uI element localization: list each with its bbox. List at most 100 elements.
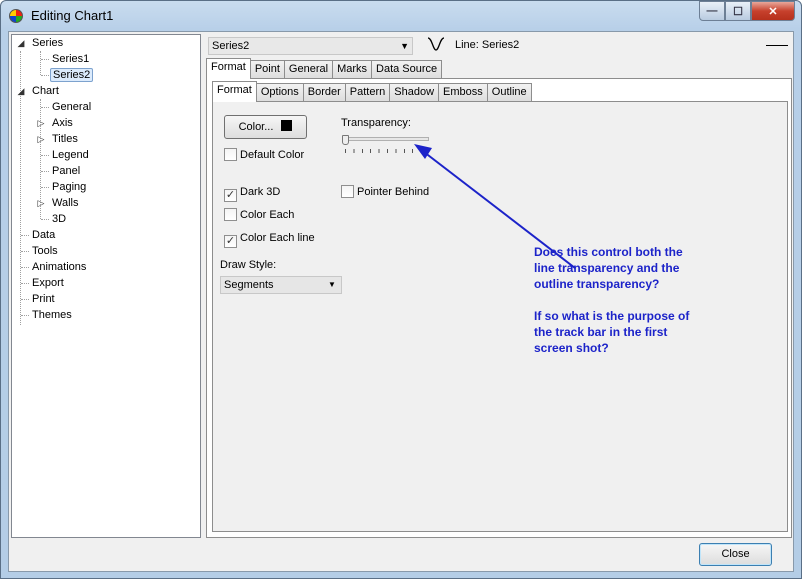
default-color-checkbox[interactable]: Default Color (224, 148, 304, 162)
expand-arrow-icon[interactable]: ▷ (36, 131, 46, 147)
subtab-outline[interactable]: Outline (486, 83, 532, 102)
tree-item-label: Series2 (50, 68, 94, 82)
tree-item-general[interactable]: General (50, 99, 93, 115)
expand-arrow-icon[interactable]: ▷ (36, 195, 46, 211)
tab-general[interactable]: General (283, 60, 334, 79)
color-button-label: Color... (238, 121, 274, 133)
checkbox-box[interactable]: ✓ (224, 189, 237, 202)
series-dropdown-value: Series2 (212, 40, 250, 52)
tab-format[interactable]: Format (206, 58, 251, 79)
transparency-slider[interactable] (341, 135, 431, 155)
tree-item-axis[interactable]: ▷ Axis (36, 115, 75, 131)
tree-connector (41, 171, 49, 172)
chevron-down-icon[interactable]: ▼ (400, 38, 409, 54)
series-dropdown[interactable]: Series2 ▼ (208, 37, 413, 55)
subtab-emboss[interactable]: Emboss (438, 83, 488, 102)
window-title: Editing Chart1 (31, 8, 114, 23)
tree-item-label: Series (32, 37, 64, 49)
subtab-shadow[interactable]: Shadow (389, 83, 440, 102)
tree-connector (40, 51, 41, 75)
tree-connector (21, 283, 29, 284)
tree-item-tools[interactable]: Tools (30, 243, 60, 259)
tree-connector (21, 251, 29, 252)
tree-item-panel[interactable]: Panel (50, 163, 82, 179)
tree-connector (21, 267, 29, 268)
subtab-pattern[interactable]: Pattern (344, 83, 391, 102)
tree-connector (21, 315, 29, 316)
chart-app-icon (9, 9, 23, 23)
slider-thumb[interactable] (342, 135, 349, 145)
tree-item-label: Themes (32, 309, 72, 321)
tree-item-series1[interactable]: Series1 (50, 51, 91, 67)
tree-connector (41, 187, 49, 188)
tree-connector (21, 299, 29, 300)
close-window-button[interactable]: ✕ (751, 1, 795, 21)
window-controls: — ☐ ✕ (699, 1, 795, 21)
tree-item-label: Series1 (52, 53, 90, 65)
series-type-caption: Line: Series2 (455, 39, 520, 51)
checkbox-box[interactable] (224, 148, 237, 161)
line-series-icon (427, 37, 445, 51)
tree-item-titles[interactable]: ▷ Titles (36, 131, 80, 147)
tree-item-label: Tools (32, 245, 58, 257)
subtab-border[interactable]: Border (302, 83, 346, 102)
tree-item-3d[interactable]: 3D (50, 211, 68, 227)
color-button[interactable]: Color... (224, 115, 307, 139)
chevron-down-icon[interactable]: ▼ (325, 278, 339, 292)
checkbox-label: Pointer Behind (357, 186, 430, 198)
maximize-button[interactable]: ☐ (725, 1, 751, 21)
tree-item-label: 3D (52, 213, 67, 225)
checkbox-label: Color Each line (240, 232, 315, 244)
tree-item-chart[interactable]: ◢ Chart (16, 83, 61, 99)
tree-item-label: Paging (52, 181, 87, 193)
tree-item-series[interactable]: ◢ Series (16, 35, 65, 51)
tree-item-label: General (52, 101, 92, 113)
checkbox-box[interactable] (341, 185, 354, 198)
color-each-line-checkbox[interactable]: ✓ Color Each line (224, 231, 315, 248)
subtab-format[interactable]: Format (212, 81, 257, 102)
color-each-checkbox[interactable]: Color Each (224, 208, 294, 222)
draw-style-value: Segments (224, 279, 274, 291)
tree-connector (41, 75, 49, 76)
tree-item-label: Titles (52, 133, 78, 145)
subtab-options[interactable]: Options (255, 83, 304, 102)
tree-connector (21, 235, 29, 236)
series-line-preview (766, 45, 788, 46)
expand-arrow-icon[interactable]: ▷ (36, 115, 46, 131)
tab-marks[interactable]: Marks (332, 60, 373, 79)
checkbox-box[interactable]: ✓ (224, 235, 237, 248)
pointer-behind-checkbox[interactable]: Pointer Behind (341, 185, 429, 199)
tree-item-export[interactable]: Export (30, 275, 66, 291)
collapse-arrow-icon[interactable]: ◢ (16, 35, 26, 51)
close-button[interactable]: Close (699, 543, 772, 566)
tree-connector (41, 107, 49, 108)
tree-item-data[interactable]: Data (30, 227, 57, 243)
draw-style-dropdown[interactable]: Segments ▼ (220, 276, 342, 294)
tree-connector (41, 59, 49, 60)
tree-item-label: Export (32, 277, 64, 289)
tree-item-legend[interactable]: Legend (50, 147, 91, 163)
tree-item-label: Animations (32, 261, 87, 273)
tree-item-print[interactable]: Print (30, 291, 57, 307)
tree-item-label: Axis (52, 117, 73, 129)
tree-item-series2[interactable]: Series2 (50, 67, 94, 83)
checkbox-box[interactable] (224, 208, 237, 221)
tree-item-walls[interactable]: ▷ Walls (36, 195, 80, 211)
title-bar[interactable]: Editing Chart1 — ☐ ✕ (1, 1, 801, 31)
draw-style-label: Draw Style: (220, 259, 277, 271)
tab-data-source[interactable]: Data Source (371, 60, 443, 79)
tab-point[interactable]: Point (249, 60, 285, 79)
tree-item-label: Panel (52, 165, 81, 177)
tree-item-paging[interactable]: Paging (50, 179, 88, 195)
settings-tree[interactable]: ◢ Series Series1 Series2 ◢ Chart General… (11, 34, 201, 538)
tree-item-label: Chart (32, 85, 59, 97)
tree-item-themes[interactable]: Themes (30, 307, 74, 323)
dark-3d-checkbox[interactable]: ✓ Dark 3D (224, 185, 280, 202)
minimize-button[interactable]: — (699, 1, 725, 21)
transparency-label: Transparency: (341, 117, 411, 129)
tree-item-animations[interactable]: Animations (30, 259, 88, 275)
color-swatch (281, 120, 293, 131)
slider-ticks (345, 149, 429, 153)
tree-item-label: Data (32, 229, 56, 241)
collapse-arrow-icon[interactable]: ◢ (16, 83, 26, 99)
